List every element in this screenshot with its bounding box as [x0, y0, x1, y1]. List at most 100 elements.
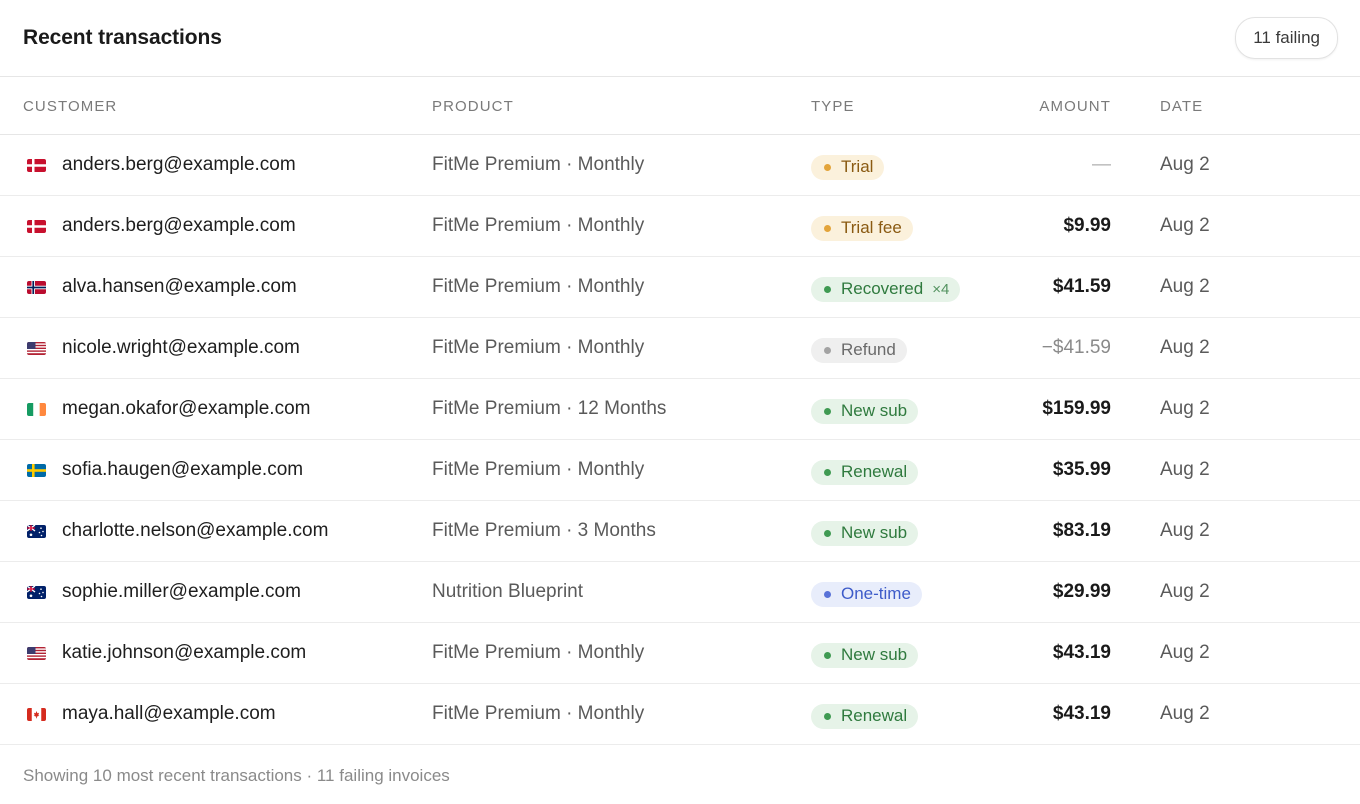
- product-cell: Nutrition Blueprint: [432, 562, 792, 622]
- amount-value: $35.99: [1052, 459, 1111, 480]
- type-cell: Trial fee: [811, 196, 1011, 256]
- customer-email[interactable]: katie.johnson@example.com: [62, 642, 306, 664]
- amount-cell: $43.19: [990, 623, 1111, 683]
- customer-email[interactable]: alva.hansen@example.com: [62, 276, 297, 298]
- customer-cell: maya.hall@example.com: [23, 684, 413, 744]
- product-cell: FitMe Premium · Monthly: [432, 318, 792, 378]
- customer-email[interactable]: megan.okafor@example.com: [62, 398, 310, 420]
- product-name: FitMe Premium · 12 Months: [432, 398, 667, 419]
- date-value: Aug 2: [1160, 703, 1210, 724]
- type-badge: New sub: [811, 642, 919, 668]
- amount-value: $29.99: [1052, 581, 1111, 602]
- date-cell: Aug 2: [1160, 135, 1320, 195]
- customer-email[interactable]: anders.berg@example.com: [62, 154, 296, 176]
- transactions-table: Customer Product Type Amount Date anders…: [0, 78, 1360, 745]
- retry-count: ×4: [932, 280, 950, 298]
- column-header-type: Type: [811, 97, 855, 115]
- product-name: FitMe Premium · 3 Months: [432, 520, 656, 541]
- amount-cell: $83.19: [990, 501, 1111, 561]
- status-dot-icon: [824, 407, 831, 415]
- flag-sweden-icon: [27, 463, 46, 477]
- product-cell: FitMe Premium · Monthly: [432, 135, 792, 195]
- product-name: Nutrition Blueprint: [432, 581, 584, 602]
- table-row[interactable]: megan.okafor@example.com FitMe Premium ·…: [0, 379, 1360, 440]
- status-dot-icon: [824, 346, 831, 354]
- type-cell: Renewal: [811, 440, 1011, 500]
- table-row[interactable]: sophie.miller@example.com Nutrition Blue…: [0, 562, 1360, 623]
- card-header: Recent transactions 11 failing: [0, 0, 1360, 77]
- flag-united-states-icon: [27, 646, 46, 660]
- type-label: New sub: [841, 645, 908, 664]
- product-cell: FitMe Premium · Monthly: [432, 257, 792, 317]
- customer-email[interactable]: maya.hall@example.com: [62, 703, 276, 725]
- product-cell: FitMe Premium · Monthly: [432, 196, 792, 256]
- table-row[interactable]: sofia.haugen@example.com FitMe Premium ·…: [0, 440, 1360, 501]
- customer-email[interactable]: charlotte.nelson@example.com: [62, 520, 328, 542]
- date-cell: Aug 2: [1160, 379, 1320, 439]
- date-cell: Aug 2: [1160, 623, 1320, 683]
- status-dot-icon: [824, 590, 831, 598]
- type-cell: New sub: [811, 501, 1011, 561]
- customer-cell: anders.berg@example.com: [23, 196, 413, 256]
- type-label: New sub: [841, 401, 908, 420]
- column-header-product: Product: [432, 97, 514, 115]
- product-cell: FitMe Premium · Monthly: [432, 440, 792, 500]
- amount-cell: —: [990, 135, 1111, 195]
- amount-value: $159.99: [1042, 398, 1111, 419]
- date-cell: Aug 2: [1160, 196, 1320, 256]
- date-cell: Aug 2: [1160, 257, 1320, 317]
- table-row[interactable]: maya.hall@example.com FitMe Premium · Mo…: [0, 684, 1360, 745]
- status-dot-icon: [824, 285, 831, 293]
- product-name: FitMe Premium · Monthly: [432, 642, 645, 663]
- date-cell: Aug 2: [1160, 501, 1320, 561]
- product-cell: FitMe Premium · Monthly: [432, 684, 792, 744]
- failing-filter-button[interactable]: 11 failing: [1235, 17, 1338, 59]
- customer-email[interactable]: anders.berg@example.com: [62, 215, 296, 237]
- table-row[interactable]: alva.hansen@example.com FitMe Premium · …: [0, 257, 1360, 318]
- table-row[interactable]: anders.berg@example.com FitMe Premium · …: [0, 135, 1360, 196]
- product-name: FitMe Premium · Monthly: [432, 337, 645, 358]
- type-badge: Renewal: [811, 459, 919, 485]
- customer-cell: megan.okafor@example.com: [23, 379, 413, 439]
- customer-email[interactable]: nicole.wright@example.com: [62, 337, 300, 359]
- status-dot-icon: [824, 468, 831, 476]
- table-row[interactable]: charlotte.nelson@example.com FitMe Premi…: [0, 501, 1360, 562]
- type-label: Recovered: [841, 279, 924, 298]
- amount-cell: $29.99: [990, 562, 1111, 622]
- flag-denmark-icon: [27, 219, 46, 233]
- type-badge: One-time: [811, 581, 922, 607]
- status-dot-icon: [824, 529, 831, 537]
- type-label: Trial: [841, 157, 874, 176]
- amount-cell: −$41.59: [990, 318, 1111, 378]
- date-value: Aug 2: [1160, 459, 1210, 480]
- table-row[interactable]: anders.berg@example.com FitMe Premium · …: [0, 196, 1360, 257]
- type-badge: Recovered ×4: [811, 276, 961, 302]
- type-label: Trial fee: [841, 218, 902, 237]
- amount-value: $43.19: [1052, 703, 1111, 724]
- type-cell: One-time: [811, 562, 1011, 622]
- product-cell: FitMe Premium · Monthly: [432, 623, 792, 683]
- product-name: FitMe Premium · Monthly: [432, 215, 645, 236]
- table-body: anders.berg@example.com FitMe Premium · …: [0, 135, 1360, 745]
- type-label: Renewal: [841, 706, 908, 725]
- amount-cell: $35.99: [990, 440, 1111, 500]
- product-cell: FitMe Premium · 12 Months: [432, 379, 792, 439]
- customer-cell: katie.johnson@example.com: [23, 623, 413, 683]
- type-cell: Trial: [811, 135, 1011, 195]
- date-value: Aug 2: [1160, 215, 1210, 236]
- type-cell: New sub: [811, 379, 1011, 439]
- table-row[interactable]: nicole.wright@example.com FitMe Premium …: [0, 318, 1360, 379]
- type-cell: Recovered ×4: [811, 257, 1011, 317]
- type-cell: Renewal: [811, 684, 1011, 744]
- customer-email[interactable]: sophie.miller@example.com: [62, 581, 301, 603]
- type-cell: Refund: [811, 318, 1011, 378]
- table-header-row: Customer Product Type Amount Date: [0, 78, 1360, 135]
- product-name: FitMe Premium · Monthly: [432, 154, 645, 175]
- customer-email[interactable]: sofia.haugen@example.com: [62, 459, 303, 481]
- type-badge: Refund: [811, 337, 907, 363]
- date-cell: Aug 2: [1160, 318, 1320, 378]
- type-badge: Trial fee: [811, 215, 913, 241]
- table-row[interactable]: katie.johnson@example.com FitMe Premium …: [0, 623, 1360, 684]
- table-footer-summary: Showing 10 most recent transactions · 11…: [23, 766, 450, 785]
- flag-denmark-icon: [27, 158, 46, 172]
